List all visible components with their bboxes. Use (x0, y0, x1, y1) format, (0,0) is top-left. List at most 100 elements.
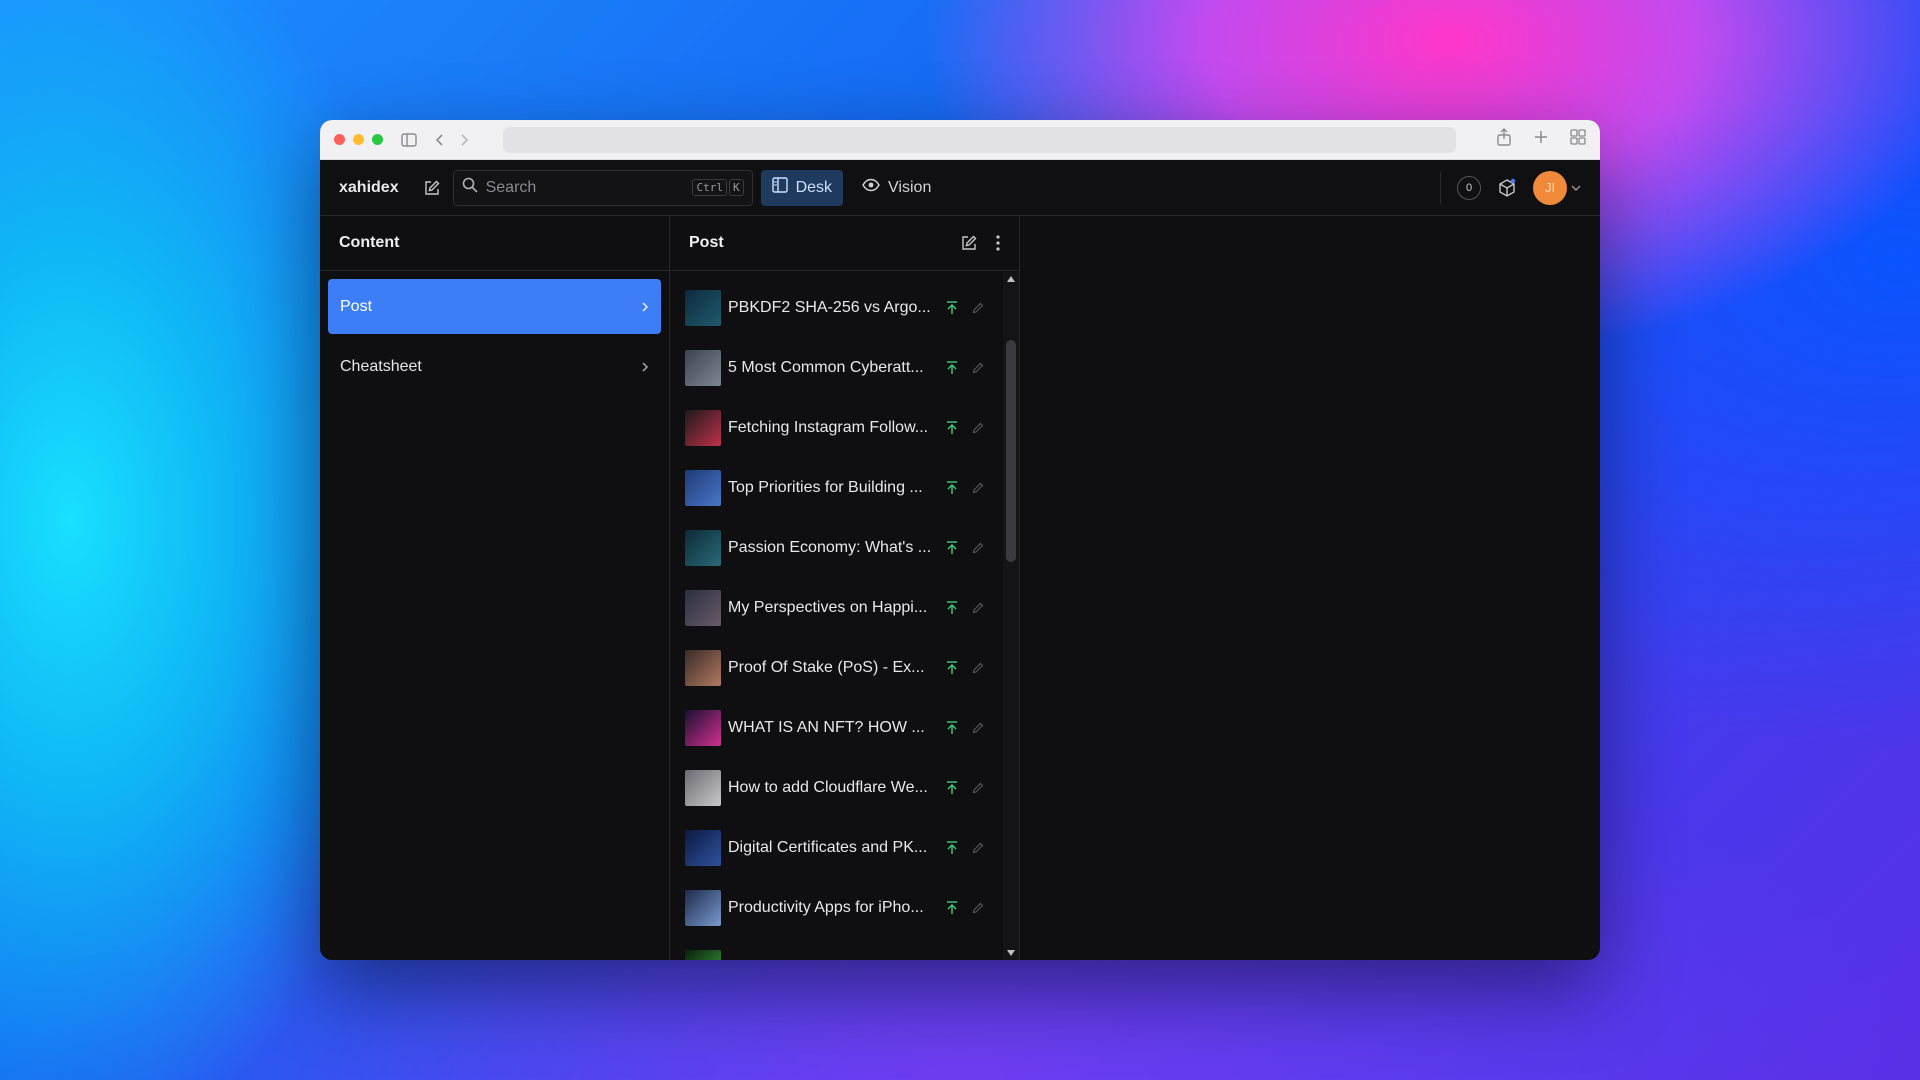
post-pane-title: Post (689, 234, 724, 251)
published-icon (946, 301, 958, 315)
forward-icon[interactable] (459, 133, 469, 147)
scroll-up-arrow[interactable] (1007, 276, 1015, 282)
post-list-item[interactable]: Passion Economy: What's ... (670, 518, 1003, 578)
post-pane-header: Post (670, 216, 1019, 271)
post-thumbnail (685, 950, 721, 960)
published-icon (946, 421, 958, 435)
edit-icon (972, 362, 984, 374)
content-pane-header: Content (320, 216, 669, 271)
back-icon[interactable] (435, 133, 445, 147)
chevron-right-icon (641, 301, 649, 313)
content-item-cheatsheet[interactable]: Cheatsheet (328, 339, 661, 394)
compose-icon[interactable] (960, 234, 978, 252)
close-window-button[interactable] (334, 134, 345, 145)
more-options-icon[interactable] (996, 235, 1000, 251)
post-list: PBKDF2 SHA-256 vs Argo... 5 Most Common C… (670, 272, 1003, 960)
post-thumbnail (685, 470, 721, 506)
post-title: 5 AI Ethical Hacking Tools (728, 959, 938, 960)
search-shortcut: Ctrl K (692, 179, 744, 196)
share-icon[interactable] (1496, 128, 1512, 151)
content-type-list: Post Cheatsheet (320, 271, 669, 407)
shortcut-key-ctrl: Ctrl (692, 179, 727, 196)
edit-icon (972, 422, 984, 434)
post-title: Passion Economy: What's ... (728, 539, 932, 556)
published-icon (946, 541, 958, 555)
post-list-item[interactable]: Productivity Apps for iPho... (670, 878, 1003, 938)
post-list-item[interactable]: 5 Most Common Cyberatt... (670, 338, 1003, 398)
address-bar[interactable] (503, 126, 1456, 153)
desk-tool-label: Desk (795, 178, 833, 196)
published-icon (946, 361, 958, 375)
document-pane-empty (1020, 216, 1600, 960)
chevron-right-icon (641, 361, 649, 373)
edit-icon (972, 602, 984, 614)
user-menu[interactable]: JI (1533, 170, 1581, 205)
desk-tool-button[interactable]: Desk (760, 169, 844, 206)
search-icon (462, 177, 478, 198)
search-placeholder: Search (485, 178, 537, 196)
avatar[interactable]: JI (1533, 170, 1567, 205)
post-list-item[interactable]: Top Priorities for Building ... (670, 458, 1003, 518)
notification-count-badge[interactable]: 0 (1457, 175, 1481, 200)
edit-icon (972, 662, 984, 674)
search-input[interactable]: Search Ctrl K (452, 169, 753, 206)
new-document-icon[interactable] (423, 179, 441, 197)
package-icon[interactable] (1497, 178, 1517, 198)
post-thumbnail (685, 650, 721, 686)
post-thumbnail (685, 830, 721, 866)
tab-overview-icon[interactable] (1570, 129, 1586, 150)
edit-icon (972, 842, 984, 854)
divider (1440, 171, 1441, 204)
published-icon (946, 901, 958, 915)
post-list-item[interactable]: Fetching Instagram Follow... (670, 398, 1003, 458)
sidebar-toggle-icon[interactable] (401, 132, 417, 147)
post-title: My Perspectives on Happi... (728, 599, 928, 616)
post-title: Proof Of Stake (PoS) - Ex... (728, 659, 925, 676)
maximize-window-button[interactable] (372, 134, 383, 145)
post-list-item[interactable]: How to add Cloudflare We... (670, 758, 1003, 818)
browser-toolbar (320, 120, 1600, 160)
edit-icon (972, 722, 984, 734)
post-thumbnail (685, 890, 721, 926)
scrollbar-thumb[interactable] (1006, 340, 1016, 562)
published-icon (946, 721, 958, 735)
brand-name[interactable]: xahidex (339, 179, 399, 197)
edit-icon (972, 782, 984, 794)
published-icon (946, 661, 958, 675)
minimize-window-button[interactable] (353, 134, 364, 145)
vision-tool-button[interactable]: Vision (851, 170, 942, 206)
post-title: PBKDF2 SHA-256 vs Argo... (728, 299, 931, 316)
post-list-item[interactable]: My Perspectives on Happi... (670, 578, 1003, 638)
content-item-label: Cheatsheet (340, 357, 422, 375)
post-title: Top Priorities for Building ... (728, 479, 923, 496)
content-pane: Content Post Cheatsheet (320, 216, 670, 960)
browser-window: xahidex Search Ctrl K Desk Vision 0 JI C… (320, 120, 1600, 960)
published-icon (946, 481, 958, 495)
post-title: 5 Most Common Cyberatt... (728, 359, 924, 376)
post-title: Productivity Apps for iPho... (728, 899, 924, 916)
post-list-item[interactable]: Proof Of Stake (PoS) - Ex... (670, 638, 1003, 698)
published-icon (946, 781, 958, 795)
content-item-post[interactable]: Post (328, 279, 661, 334)
post-title: Fetching Instagram Follow... (728, 419, 929, 436)
workspace: Content Post Cheatsheet Post PBKDF2 SHA-… (320, 216, 1600, 960)
post-list-item[interactable]: PBKDF2 SHA-256 vs Argo... (670, 278, 1003, 338)
post-title: Digital Certificates and PK... (728, 839, 928, 856)
shortcut-key-k: K (728, 179, 744, 196)
post-thumbnail (685, 410, 721, 446)
published-icon (946, 601, 958, 615)
edit-icon (972, 482, 984, 494)
post-thumbnail (685, 350, 721, 386)
window-controls (334, 134, 383, 145)
post-thumbnail (685, 770, 721, 806)
post-list-item[interactable]: Digital Certificates and PK... (670, 818, 1003, 878)
content-item-label: Post (340, 297, 373, 315)
edit-icon (972, 302, 984, 314)
scroll-down-arrow[interactable] (1007, 950, 1015, 956)
post-list-scrollbar[interactable] (1003, 272, 1019, 960)
new-tab-icon[interactable] (1534, 130, 1548, 149)
published-icon (946, 841, 958, 855)
post-thumbnail (685, 530, 721, 566)
post-list-item[interactable]: 5 AI Ethical Hacking Tools (670, 938, 1003, 960)
post-list-item[interactable]: WHAT IS AN NFT? HOW ... (670, 698, 1003, 758)
